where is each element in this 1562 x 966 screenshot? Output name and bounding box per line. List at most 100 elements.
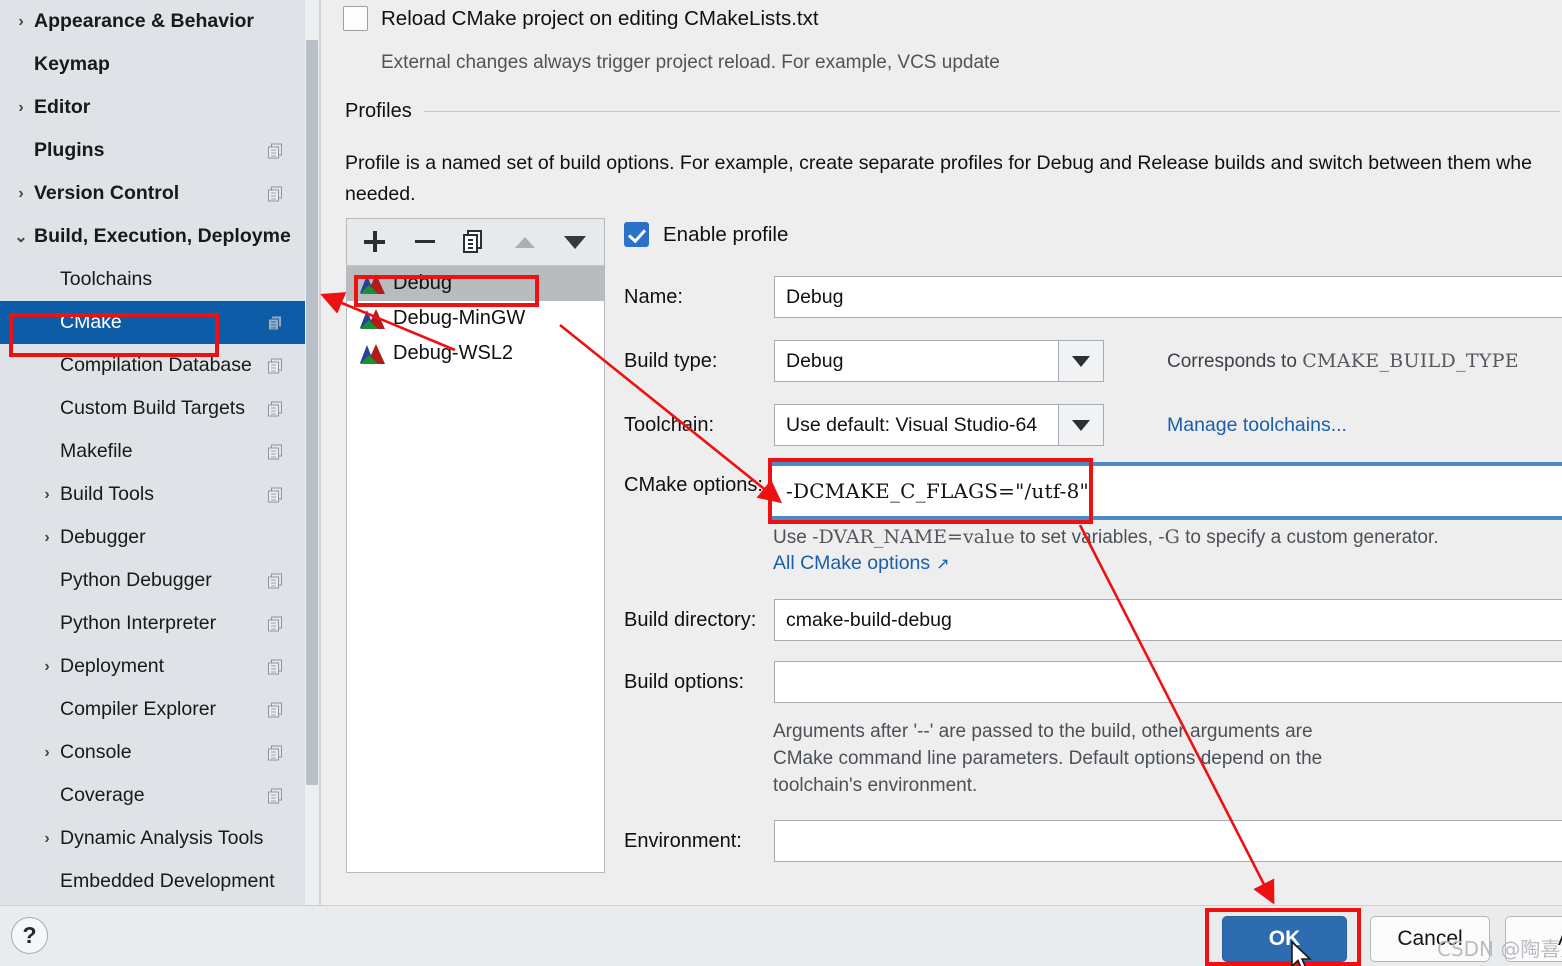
build-options-input[interactable] <box>774 661 1562 703</box>
chevron-down-icon[interactable] <box>1058 404 1104 446</box>
sidebar-item-compiler-explorer[interactable]: Compiler Explorer <box>0 688 305 731</box>
sidebar-item-debugger[interactable]: › Debugger <box>0 516 305 559</box>
build-directory-input[interactable]: cmake-build-debug <box>774 599 1562 641</box>
cmake-options-help-post: to specify a custom generator. <box>1179 527 1439 548</box>
copy-settings-icon[interactable] <box>268 143 283 158</box>
sidebar-item-build-execution-deployme[interactable]: ⌄ Build, Execution, Deployme <box>0 215 305 258</box>
name-label: Name: <box>624 285 683 308</box>
toolchain-select[interactable]: Use default: Visual Studio-64 <box>774 404 1104 446</box>
sidebar-item-appearance-behavior[interactable]: › Appearance & Behavior <box>0 0 305 43</box>
manage-toolchains-link[interactable]: Manage toolchains... <box>1167 414 1347 437</box>
ok-button[interactable]: OK <box>1222 916 1347 962</box>
build-type-note-text: Corresponds to <box>1167 350 1297 372</box>
sidebar-item-build-tools[interactable]: › Build Tools <box>0 473 305 516</box>
copy-settings-icon[interactable] <box>268 788 283 803</box>
chevron-right-icon[interactable]: › <box>34 658 60 676</box>
profiles-description: Profile is a named set of build options.… <box>345 148 1562 210</box>
cmake-options-help-generator-flag: -G <box>1158 526 1180 548</box>
name-input[interactable]: Debug <box>774 276 1562 318</box>
copy-settings-icon[interactable] <box>268 444 283 459</box>
all-cmake-options-row[interactable]: All CMake options ↗ <box>773 552 950 575</box>
cmake-options-help: Use -DVAR_NAME=value to set variables, -… <box>773 524 1562 551</box>
sidebar-item-label: Editor <box>34 96 91 118</box>
chevron-right-icon[interactable]: › <box>34 529 60 547</box>
sidebar-scrollbar-thumb[interactable] <box>306 40 318 785</box>
sidebar-item-editor[interactable]: › Editor <box>0 86 305 129</box>
copy-settings-icon[interactable] <box>268 616 283 631</box>
chevron-right-icon[interactable]: › <box>34 486 60 504</box>
chevron-right-icon[interactable]: › <box>8 185 34 203</box>
cmake-options-help-mid: to set variables, <box>1014 527 1159 548</box>
profiles-section-header: Profiles <box>345 100 1560 123</box>
chevron-right-icon[interactable]: › <box>8 13 34 31</box>
copy-settings-icon[interactable] <box>268 315 283 330</box>
copy-settings-icon[interactable] <box>268 186 283 201</box>
sidebar-item-custom-build-targets[interactable]: Custom Build Targets <box>0 387 305 430</box>
sidebar-item-embedded-development[interactable]: Embedded Development <box>0 860 305 903</box>
sidebar-item-label: Appearance & Behavior <box>34 10 254 32</box>
copy-settings-icon[interactable] <box>268 401 283 416</box>
sidebar-item-toolchains[interactable]: Toolchains <box>0 258 305 301</box>
environment-input[interactable] <box>774 820 1562 862</box>
enable-profile-checkbox[interactable] <box>624 222 649 247</box>
settings-sidebar[interactable]: › Appearance & Behavior Keymap › Editor Plugi… <box>0 0 305 905</box>
copy-profile-icon[interactable] <box>461 228 489 256</box>
chevron-down-icon[interactable] <box>1058 340 1104 382</box>
add-profile-icon[interactable] <box>361 228 389 256</box>
toolchain-field-row: Toolchain: Use default: Visual Studio-64… <box>624 404 1562 446</box>
cmake-options-label: CMake options: <box>624 474 763 496</box>
move-up-icon[interactable] <box>511 228 539 256</box>
copy-settings-icon[interactable] <box>268 487 283 502</box>
chevron-down-icon[interactable]: ⌄ <box>8 227 34 247</box>
sidebar-item-plugins[interactable]: Plugins <box>0 129 305 172</box>
copy-settings-icon[interactable] <box>268 702 283 717</box>
copy-settings-icon[interactable] <box>268 745 283 760</box>
profiles-list-box[interactable]: Debug Debug-MinGW Debug-WSL2 <box>346 218 605 873</box>
sidebar-item-python-debugger[interactable]: Python Debugger <box>0 559 305 602</box>
enable-profile-label: Enable profile <box>663 222 789 246</box>
build-type-select[interactable]: Debug <box>774 340 1104 382</box>
reload-cmake-project-row[interactable]: Reload CMake project on editing CMakeLis… <box>343 6 819 31</box>
section-divider-line <box>423 111 1560 112</box>
sidebar-item-dynamic-analysis-tools[interactable]: › Dynamic Analysis Tools <box>0 817 305 860</box>
profile-list-item[interactable]: Debug <box>347 266 604 301</box>
sidebar-item-label: Compiler Explorer <box>60 698 217 720</box>
chevron-right-icon[interactable]: › <box>8 99 34 117</box>
copy-settings-icon[interactable] <box>268 659 283 674</box>
enable-profile-row[interactable]: Enable profile <box>624 222 788 247</box>
cmake-options-help-pre: Use <box>773 527 813 548</box>
chevron-right-icon[interactable]: › <box>34 744 60 762</box>
profiles-section-title: Profiles <box>345 100 412 122</box>
sidebar-item-label: Toolchains <box>60 268 153 290</box>
sidebar-item-coverage[interactable]: Coverage <box>0 774 305 817</box>
sidebar-item-makefile[interactable]: Makefile <box>0 430 305 473</box>
sidebar-item-keymap[interactable]: Keymap <box>0 43 305 86</box>
profiles-toolbar[interactable] <box>347 219 604 266</box>
sidebar-item-version-control[interactable]: › Version Control <box>0 172 305 215</box>
copy-settings-icon[interactable] <box>268 358 283 373</box>
copy-settings-icon[interactable] <box>268 573 283 588</box>
profile-name: Debug-MinGW <box>393 307 526 329</box>
external-link-icon: ↗ <box>936 555 950 573</box>
sidebar-item-cmake[interactable]: CMake <box>0 301 305 344</box>
cmake-logo-icon <box>359 343 385 364</box>
profile-list-item[interactable]: Debug-MinGW <box>347 301 604 336</box>
sidebar-item-label: Deployment <box>60 655 165 677</box>
help-icon[interactable]: ? <box>11 917 48 954</box>
all-cmake-options-link[interactable]: All CMake options <box>773 552 930 575</box>
build-directory-field-row: Build directory: cmake-build-debug <box>624 599 1562 641</box>
cmake-options-input[interactable]: -DCMAKE_C_FLAGS="/utf-8" <box>772 462 1562 520</box>
sidebar-item-deployment[interactable]: › Deployment <box>0 645 305 688</box>
cmake-logo-icon <box>359 273 385 294</box>
profile-list-item[interactable]: Debug-WSL2 <box>347 336 604 371</box>
reload-cmake-project-checkbox[interactable] <box>343 6 368 31</box>
move-down-icon[interactable] <box>561 228 589 256</box>
sidebar-item-compilation-database[interactable]: Compilation Database <box>0 344 305 387</box>
build-type-note: Corresponds to CMAKE_BUILD_TYPE <box>1167 350 1519 373</box>
sidebar-item-python-interpreter[interactable]: Python Interpreter <box>0 602 305 645</box>
sidebar-item-console[interactable]: › Console <box>0 731 305 774</box>
sidebar-item-label: Console <box>60 741 132 763</box>
chevron-right-icon[interactable]: › <box>34 830 60 848</box>
sidebar-item-label: CMake <box>60 311 122 333</box>
remove-profile-icon[interactable] <box>411 228 439 256</box>
